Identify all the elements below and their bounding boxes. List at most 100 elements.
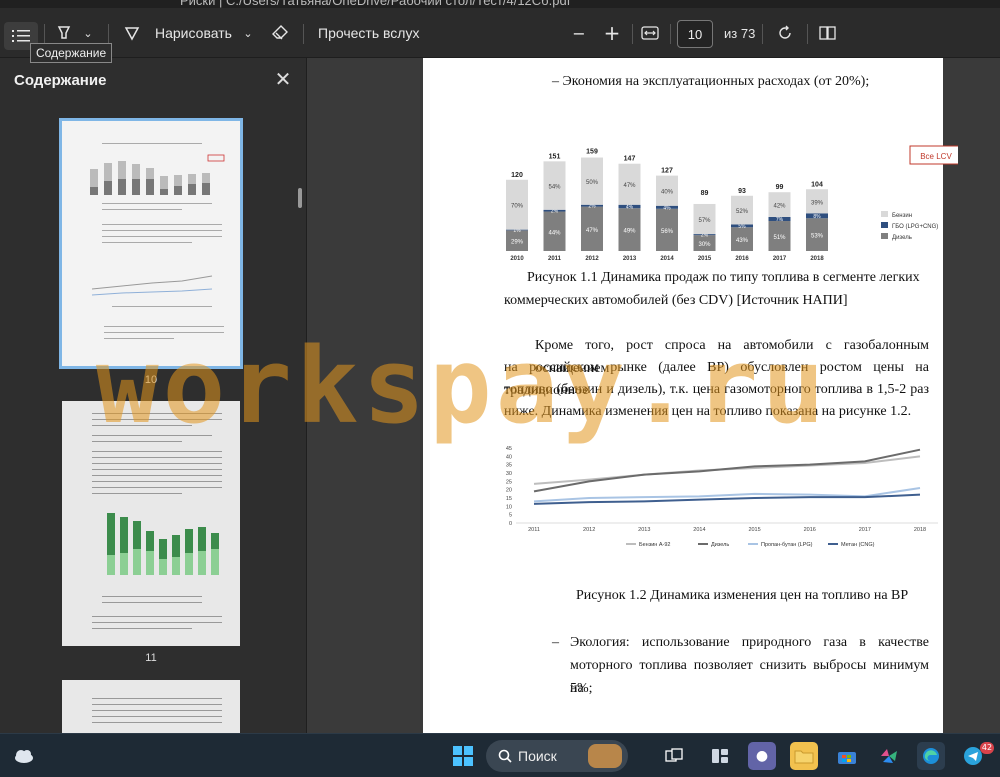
teams-chat-button[interactable]: ●	[748, 742, 776, 770]
legend-swatch	[881, 222, 888, 228]
chart-legend: Бензин А-92 Дизель Пропан-бутан (LPG) Метан…	[626, 542, 875, 548]
task-view-button[interactable]	[660, 742, 688, 770]
file-explorer-button[interactable]	[790, 742, 818, 770]
bullet-ecology-line: моторного топлива позволяет снизить выбр…	[570, 658, 929, 696]
x-tick-label: 2010	[510, 256, 524, 262]
x-tick-label: 2011	[548, 256, 562, 262]
panel-scrollbar[interactable]	[298, 188, 302, 208]
list-icon	[12, 30, 30, 42]
eraser-icon	[272, 25, 288, 40]
bar-data-label: 70%	[511, 204, 524, 210]
bar-data-label: 42%	[773, 204, 786, 210]
contents-tooltip: Содержание	[30, 43, 113, 63]
start-button[interactable]	[449, 742, 477, 770]
edge-icon	[923, 748, 939, 764]
x-tick-label: 2012	[583, 527, 595, 533]
x-tick-label: 2014	[660, 256, 674, 262]
thumbnail-bar-chart-preview	[107, 513, 219, 575]
fuel-price-line-chart: 0510152025303540452011 2012 2013 2014 2015 20…	[506, 446, 938, 548]
rotate-button[interactable]	[771, 20, 799, 46]
photos-button[interactable]	[875, 742, 903, 770]
y-tick-label: 10	[506, 504, 512, 510]
search-icon	[498, 749, 512, 763]
bar-data-label: 54%	[548, 185, 561, 191]
thumbnail-line-chart-preview	[91, 275, 213, 296]
widgets-button[interactable]	[706, 742, 734, 770]
read-aloud-button[interactable]: Прочесть вслух	[318, 8, 419, 58]
legend-label: Пропан-бутан (LPG)	[761, 542, 813, 548]
bar-data-label: 43%	[736, 238, 749, 244]
chart-legend: Бензин ГБО (LPG+CNG) Дизель	[881, 211, 938, 241]
series-line	[533, 455, 921, 485]
photos-icon	[881, 749, 897, 763]
telegram-unread-badge: 42	[980, 742, 994, 754]
pdf-toolbar: ⌄ Нарисовать ⌄ Прочесть вслух − + из 73	[0, 8, 1000, 58]
two-page-view-button[interactable]	[814, 20, 842, 46]
fit-width-icon	[641, 26, 659, 40]
y-tick-label: 30	[506, 471, 512, 477]
x-tick-label: 2012	[585, 256, 599, 262]
eraser-button[interactable]	[266, 20, 294, 46]
draw-label[interactable]: Нарисовать	[155, 8, 232, 58]
bar-data-label: 56%	[661, 229, 674, 235]
fit-width-button[interactable]	[636, 20, 664, 46]
y-tick-label: 20	[506, 488, 512, 494]
microsoft-store-button[interactable]	[833, 742, 861, 770]
bar-data-label: 47%	[623, 183, 636, 189]
legend-swatch	[881, 211, 888, 217]
page-thumbnail-12[interactable]	[62, 680, 240, 740]
figure-1-caption-line1: Рисунок 1.1 Динамика продаж по типу топл…	[527, 270, 920, 285]
search-highlight-image	[588, 744, 622, 768]
close-panel-button[interactable]: ✕	[272, 68, 294, 90]
watermark-text: workspay.ru	[96, 325, 829, 447]
fuel-sales-bar-chart: Все LCV29%1%70%120201044%2%54%151201147%…	[506, 145, 958, 262]
y-tick-label: 25	[506, 479, 512, 485]
bullet-ecology-line: 5%;	[570, 681, 593, 696]
x-tick-label: 2017	[773, 256, 787, 262]
draw-dropdown[interactable]: ⌄	[238, 20, 258, 46]
y-tick-label: 40	[506, 454, 512, 460]
bar-data-label: 52%	[736, 209, 749, 215]
x-tick-label: 2016	[735, 256, 749, 262]
highlighter-icon	[57, 26, 71, 39]
x-tick-label: 2015	[698, 256, 712, 262]
page-number-input[interactable]	[677, 20, 713, 48]
x-tick-label: 2016	[804, 527, 816, 533]
cloud-icon	[15, 750, 33, 763]
bar-data-label: 47%	[586, 228, 599, 234]
taskbar-search[interactable]: Поиск	[486, 740, 628, 772]
edge-browser-button[interactable]	[917, 742, 945, 770]
draw-pen-button[interactable]	[118, 20, 146, 46]
bar-data-label: 7%	[776, 217, 784, 223]
folder-icon	[794, 750, 814, 764]
bar-data-label: 57%	[698, 218, 711, 224]
chat-icon: ●	[755, 748, 769, 764]
bar-total-label: 89	[701, 190, 709, 197]
bullet-economy: – Экономия на эксплуатационных расходах …	[552, 74, 870, 89]
bar-total-label: 147	[624, 156, 636, 163]
zoom-in-button[interactable]: +	[598, 20, 626, 46]
bar-data-label: 5%	[738, 224, 746, 230]
bar-data-label: 29%	[511, 240, 524, 246]
plus-icon: +	[603, 21, 621, 45]
x-tick-label: 2018	[914, 527, 926, 533]
store-bag-icon	[838, 752, 856, 764]
window-title-bar: Риски | C:/Users/Татьяна/OneDrive/Рабочи…	[0, 0, 1000, 8]
y-tick-label: 0	[509, 521, 512, 527]
legend-label: Дизель	[892, 235, 912, 241]
x-tick-label: 2014	[693, 527, 705, 533]
bar-data-label: 50%	[586, 180, 599, 186]
bar-total-label: 93	[738, 188, 746, 195]
thumbnail-chart-preview	[90, 154, 225, 195]
bar-total-label: 127	[661, 168, 673, 175]
minus-icon: −	[572, 23, 586, 43]
zoom-out-button[interactable]: −	[565, 20, 593, 46]
bar-data-label: 51%	[773, 235, 786, 241]
widgets-icon	[712, 749, 728, 763]
bar-data-label: 8%	[813, 214, 821, 220]
weather-widget[interactable]	[10, 742, 38, 770]
page-thumbnail-number: 11	[145, 652, 157, 664]
bullet-dash: –	[552, 635, 559, 650]
legend-label: ГБО (LPG+CNG)	[892, 224, 938, 230]
bar-total-label: 159	[586, 149, 598, 156]
